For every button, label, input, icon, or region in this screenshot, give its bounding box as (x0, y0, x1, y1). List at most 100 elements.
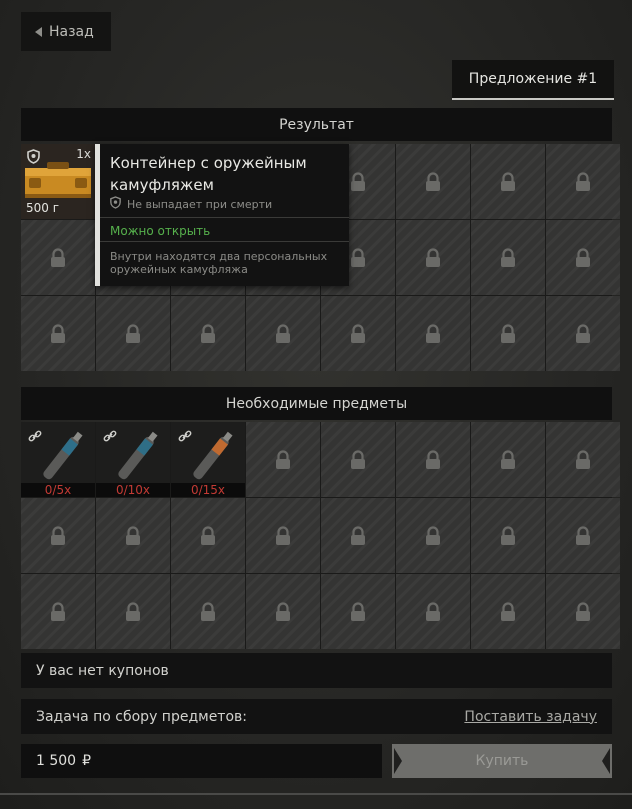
lock-icon (424, 323, 442, 344)
locked-slot (21, 498, 95, 573)
lock-icon (574, 525, 592, 546)
lock-icon (499, 449, 517, 470)
locked-slot (246, 574, 320, 649)
lock-icon (199, 323, 217, 344)
lock-icon (499, 171, 517, 192)
price-display: 1 500 ₽ (21, 744, 382, 778)
back-arrow-icon (35, 26, 42, 37)
lock-icon (349, 247, 367, 268)
required-item-slot[interactable]: 0/15x (171, 422, 245, 497)
required-count: 0/5x (21, 483, 95, 497)
lock-icon (499, 247, 517, 268)
locked-slot (546, 574, 620, 649)
set-task-link[interactable]: Поставить задачу (464, 709, 597, 725)
lock-icon (49, 525, 67, 546)
back-button[interactable]: Назад (21, 12, 111, 51)
required-header: Необходимые предметы (21, 387, 612, 420)
locked-slot (96, 574, 170, 649)
link-icon (28, 428, 42, 447)
required-grid: 0/5x 0/10x 0/15x (21, 422, 620, 649)
locked-slot (546, 498, 620, 573)
lock-icon (424, 171, 442, 192)
item-tooltip: Контейнер с оружейным камуфляжем Не выпа… (95, 144, 349, 286)
locked-slot (471, 220, 545, 295)
tooltip-description: Внутри находятся два персональных оружей… (110, 250, 328, 276)
locked-slot (396, 220, 470, 295)
lock-icon (574, 247, 592, 268)
locked-slot (546, 144, 620, 219)
required-item-slot[interactable]: 0/5x (21, 422, 95, 497)
no-drop-label: Не выпадает при смерти (127, 197, 273, 211)
lock-icon (424, 247, 442, 268)
lock-icon (274, 323, 292, 344)
locked-slot (246, 498, 320, 573)
tab-offer-1[interactable]: Предложение #1 (452, 60, 614, 100)
locked-slot (321, 296, 395, 371)
buy-label: Купить (475, 753, 529, 769)
task-label: Задача по сбору предметов: (36, 708, 247, 725)
coupons-label: У вас нет купонов (36, 662, 169, 679)
price-amount: 1 500 (36, 753, 77, 769)
lock-icon (574, 323, 592, 344)
tooltip-title: Контейнер с оружейным камуфляжем (110, 154, 307, 194)
offer-tab-label: Предложение #1 (468, 71, 598, 87)
lock-icon (199, 601, 217, 622)
locked-slot (246, 296, 320, 371)
back-label: Назад (49, 23, 94, 40)
coupons-bar: У вас нет купонов (21, 653, 612, 688)
lock-icon (424, 449, 442, 470)
locked-slot (471, 422, 545, 497)
locked-slot (471, 296, 545, 371)
locked-slot (321, 422, 395, 497)
lock-icon (124, 525, 142, 546)
buy-button[interactable]: Купить (392, 744, 612, 778)
locked-slot (321, 498, 395, 573)
lock-icon (349, 525, 367, 546)
locked-slot (471, 574, 545, 649)
locked-slot (396, 574, 470, 649)
lock-icon (349, 323, 367, 344)
locked-slot (321, 574, 395, 649)
lock-icon (499, 525, 517, 546)
locked-slot (396, 498, 470, 573)
lock-icon (424, 525, 442, 546)
result-header: Результат (21, 108, 612, 141)
task-bar: Задача по сбору предметов: Поставить зад… (21, 699, 612, 734)
result-header-label: Результат (279, 116, 354, 133)
locked-slot (21, 296, 95, 371)
locked-slot (96, 296, 170, 371)
lock-icon (274, 525, 292, 546)
lock-icon (274, 449, 292, 470)
lock-icon (124, 601, 142, 622)
result-item-slot[interactable]: 1x 500 г (21, 144, 95, 219)
locked-slot (546, 422, 620, 497)
lock-icon (349, 171, 367, 192)
locked-slot (21, 574, 95, 649)
locked-slot (396, 144, 470, 219)
tooltip-divider (100, 241, 349, 242)
shield-icon (110, 196, 121, 212)
locked-slot (396, 296, 470, 371)
lock-icon (499, 601, 517, 622)
tooltip-no-drop: Не выпадает при смерти (110, 196, 272, 212)
can-open-label: Можно открыть (110, 224, 211, 238)
bottom-divider (0, 793, 632, 795)
required-count: 0/15x (171, 483, 245, 497)
lock-icon (124, 323, 142, 344)
locked-slot (21, 220, 95, 295)
link-icon (178, 428, 192, 447)
item-weight: 500 г (26, 201, 60, 215)
lock-icon (424, 601, 442, 622)
shield-icon (27, 149, 40, 168)
locked-slot (546, 296, 620, 371)
locked-slot (471, 144, 545, 219)
lock-icon (49, 323, 67, 344)
link-icon (103, 428, 117, 447)
lock-icon (574, 171, 592, 192)
lock-icon (49, 601, 67, 622)
required-item-slot[interactable]: 0/10x (96, 422, 170, 497)
locked-slot (171, 498, 245, 573)
locked-slot (96, 498, 170, 573)
locked-slot (171, 574, 245, 649)
required-header-label: Необходимые предметы (225, 395, 408, 412)
